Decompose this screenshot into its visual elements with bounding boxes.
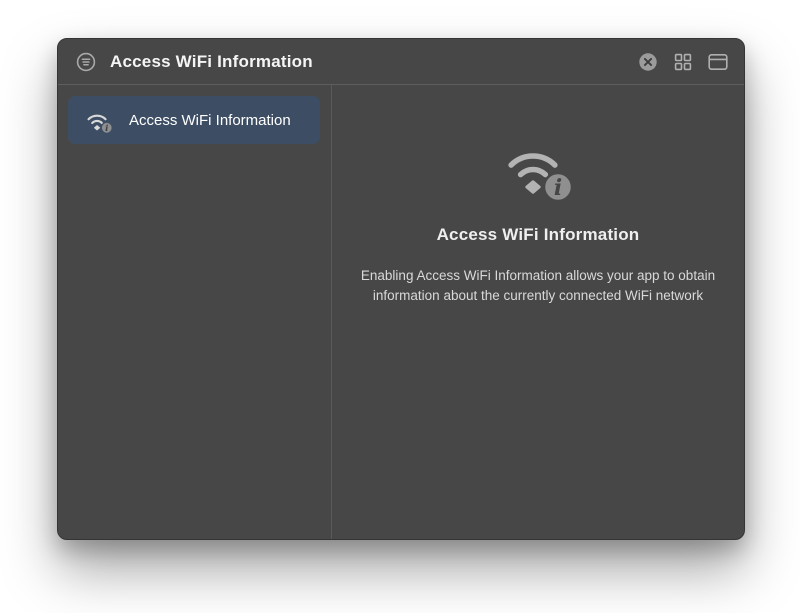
sidebar-item-label: Access WiFi Information	[129, 112, 291, 129]
detail-description: Enabling Access WiFi Information allows …	[334, 266, 742, 306]
sidebar-item-access-wifi-information[interactable]: i Access WiFi Information	[68, 96, 320, 144]
sidebar: i Access WiFi Information	[58, 85, 332, 539]
capability-window: Access WiFi Information	[57, 38, 745, 540]
svg-text:i: i	[554, 175, 562, 201]
window-panel-icon[interactable]	[706, 50, 730, 74]
titlebar-actions	[636, 50, 730, 74]
grid-view-icon[interactable]	[671, 50, 695, 74]
detail-panel: i Access WiFi Information Enabling Acces…	[332, 85, 744, 539]
detail-heading: Access WiFi Information	[437, 225, 640, 245]
close-circle-icon[interactable]	[636, 50, 660, 74]
svg-text:i: i	[105, 124, 108, 134]
content-area: i Access WiFi Information i Access WiFi …	[58, 85, 744, 539]
wifi-info-icon: i	[495, 131, 581, 203]
filter-circle-icon[interactable]	[74, 50, 98, 74]
wifi-info-icon: i	[82, 106, 116, 134]
titlebar: Access WiFi Information	[58, 39, 744, 85]
window-title: Access WiFi Information	[110, 52, 636, 72]
